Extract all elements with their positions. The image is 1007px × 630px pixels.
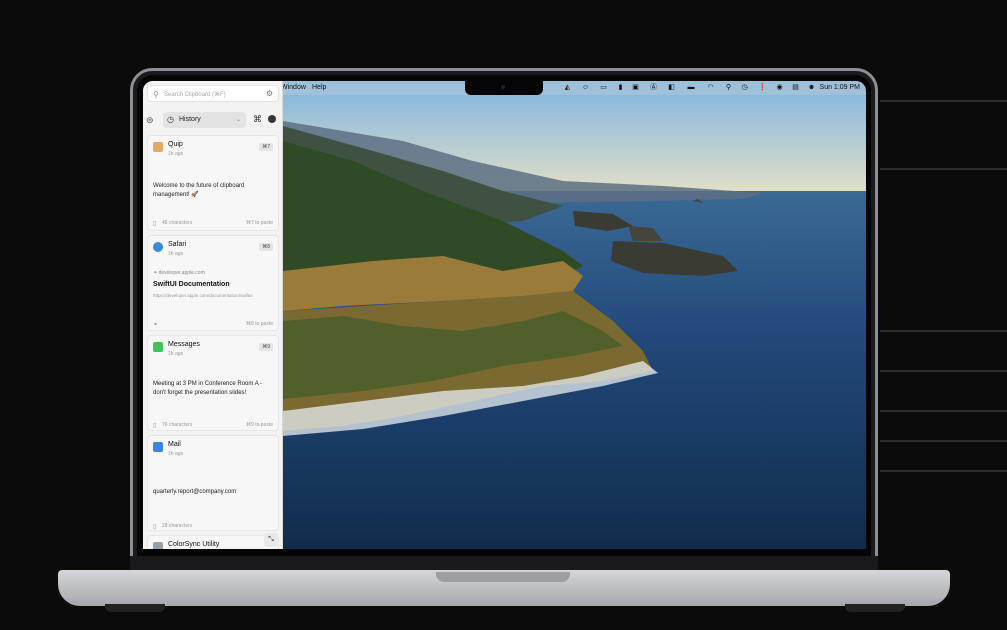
link-url: https://developer.apple.com/documentatio…: [153, 293, 253, 298]
item-time: 1h ago: [168, 151, 184, 157]
item-char-count: 48 characters: [162, 220, 193, 226]
record-icon[interactable]: ◉: [775, 84, 784, 92]
battery-icon[interactable]: ▬: [685, 84, 697, 92]
window-icon[interactable]: ▭: [599, 84, 608, 92]
a-icon[interactable]: Ⓐ: [649, 84, 658, 92]
exclamation-icon[interactable]: ❗: [758, 84, 767, 92]
background-stripe: [880, 440, 1007, 442]
command-icon[interactable]: ⌘: [253, 114, 262, 125]
clipboard-item[interactable]: Safari 1h ago ⌘8 ⚭ developer.apple.com S…: [147, 235, 279, 331]
item-time: 1h ago: [168, 351, 184, 357]
clock-icon: ◷: [167, 115, 174, 124]
background-stripe: [880, 470, 1007, 472]
background-stripe: [880, 370, 1007, 372]
item-char-count: 76 characters: [162, 422, 193, 428]
laptop-foot: [105, 604, 165, 612]
laptop-foot: [845, 604, 905, 612]
document-icon: ▯: [153, 524, 157, 530]
bookmark-icon[interactable]: ▮: [616, 84, 625, 92]
background-stripe: [880, 100, 1007, 102]
chevron-down-icon: ⌄: [235, 117, 241, 123]
menu-item-window[interactable]: Window: [281, 84, 306, 91]
background-stripe: [880, 168, 1007, 170]
history-icon[interactable]: ◷: [740, 84, 749, 92]
dropdown-label: History: [179, 116, 201, 123]
laptop-opening-notch: [436, 572, 570, 582]
link-title: SwiftUI Documentation: [153, 281, 230, 288]
clipboard-item[interactable]: ColorSync Utility: [147, 535, 279, 549]
background-stripe: [880, 410, 1007, 412]
menu-item-help[interactable]: Help: [312, 84, 326, 91]
item-paste-hint: ⌘9 to paste: [246, 422, 273, 428]
item-paste-hint: ⌘7 to paste: [246, 220, 273, 226]
link-domain-text: developer.apple.com: [158, 270, 205, 276]
clipboard-panel: ⚲ Search Clipboard (⌘F) ⚙ ⊜ ◷ History ⌄ …: [143, 81, 283, 549]
panel-toolbar: ⊜ ◷ History ⌄ ⌘: [143, 111, 283, 129]
item-paste-hint: ⌘8 to paste: [246, 321, 273, 327]
settings-icon[interactable]: ⊜: [146, 115, 154, 126]
item-shortcut: ⌘7: [259, 143, 273, 151]
item-text: quarterly.report@company.com: [153, 489, 237, 495]
item-text: Welcome to the future of clipboard manag…: [153, 183, 245, 198]
messages-app-icon: [153, 342, 163, 352]
item-text: Meeting at 3 PM in Conference Room A - d…: [153, 381, 263, 396]
clipboard-item[interactable]: Messages 1h ago ⌘9 Meeting at 3 PM in Co…: [147, 335, 279, 431]
item-char-count: 28 characters: [162, 523, 193, 529]
pin-icon[interactable]: [268, 115, 276, 123]
box-icon[interactable]: ▣: [631, 84, 640, 92]
mail-app-icon: [153, 442, 163, 452]
search-icon: ⚲: [153, 90, 159, 99]
collapse-icon: ⤡: [268, 536, 274, 543]
person-icon[interactable]: ☻: [807, 84, 816, 92]
clipboard-item[interactable]: Mail 1h ago quarterly.report@company.com…: [147, 435, 279, 531]
history-dropdown[interactable]: ◷ History ⌄: [163, 112, 246, 128]
search-input[interactable]: ⚲ Search Clipboard (⌘F) ⚙: [147, 85, 279, 102]
camera-icon: [501, 85, 505, 89]
item-app-name: Safari: [168, 241, 187, 248]
link-domain: ⚭ developer.apple.com: [153, 270, 205, 276]
item-shortcut: ⌘8: [259, 243, 273, 251]
safari-app-icon: [153, 242, 163, 252]
wifi-icon[interactable]: ◠: [706, 84, 715, 92]
item-app-name: Messages: [168, 341, 200, 348]
link-icon: ⚭: [153, 322, 159, 328]
quip-app-icon: [153, 142, 163, 152]
search-icon[interactable]: ⚲: [724, 84, 733, 92]
item-time: 1h ago: [168, 251, 184, 257]
window2-icon[interactable]: ◧: [667, 84, 676, 92]
item-time: 1h ago: [168, 451, 184, 457]
gear-icon[interactable]: ⚙: [266, 89, 273, 98]
camera-notch: [465, 81, 543, 95]
search-placeholder: Search Clipboard (⌘F): [164, 92, 226, 98]
collapse-button[interactable]: ⤡: [264, 533, 278, 547]
screen: Window Help ◭ ☺ ▭ ▮ ▣ Ⓐ ◧ ▬ ◠ ⚲ ◷ ❗ ◉ ▤ …: [143, 81, 866, 549]
clipboard-item[interactable]: Quip 1h ago ⌘7 Welcome to the future of …: [147, 135, 279, 231]
colorsync-app-icon: [153, 542, 163, 549]
item-app-name: ColorSync Utility: [168, 541, 220, 548]
item-shortcut: ⌘9: [259, 343, 273, 351]
face-icon[interactable]: ☺: [581, 84, 590, 92]
background-stripe: [880, 330, 1007, 332]
document-icon: ▯: [153, 423, 157, 429]
menubar-clock[interactable]: Sun 1:09 PM: [820, 84, 860, 91]
display-icon[interactable]: ▤: [791, 84, 800, 92]
item-app-name: Quip: [168, 141, 183, 148]
document-icon: ▯: [153, 221, 157, 227]
fox-icon[interactable]: ◭: [563, 84, 572, 92]
item-app-name: Mail: [168, 441, 181, 448]
